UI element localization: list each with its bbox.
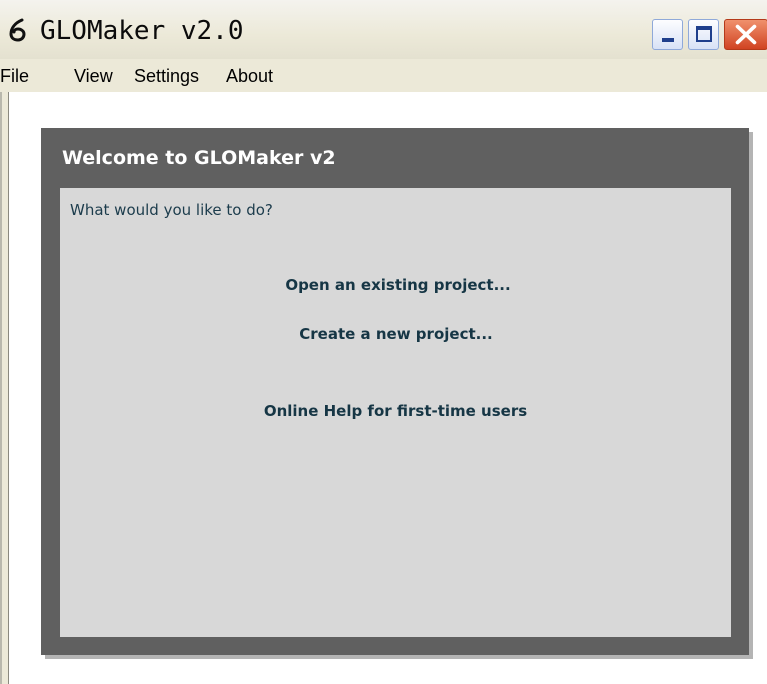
maximize-icon bbox=[696, 26, 712, 42]
welcome-title: Welcome to GLOMaker v2 bbox=[62, 147, 336, 169]
title-bar[interactable]: GLOMaker v2.0 bbox=[0, 0, 767, 60]
open-project-link[interactable]: Open an existing project... bbox=[60, 275, 736, 295]
minimize-icon bbox=[662, 38, 674, 42]
minimize-button[interactable] bbox=[652, 19, 683, 50]
menu-view[interactable]: View bbox=[74, 65, 113, 87]
menu-settings[interactable]: Settings bbox=[134, 65, 199, 87]
close-button[interactable] bbox=[724, 19, 767, 50]
maximize-button[interactable] bbox=[688, 19, 719, 50]
window-title: GLOMaker v2.0 bbox=[40, 16, 244, 46]
close-icon bbox=[735, 24, 757, 45]
create-project-link[interactable]: Create a new project... bbox=[60, 324, 732, 344]
app-window: GLOMaker v2.0 File View Settings About W… bbox=[0, 0, 767, 684]
menu-about[interactable]: About bbox=[226, 65, 273, 87]
menu-bar: File View Settings About bbox=[0, 59, 767, 92]
menu-file[interactable]: File bbox=[0, 65, 29, 87]
welcome-prompt: What would you like to do? bbox=[70, 201, 273, 219]
window-left-border bbox=[0, 92, 9, 684]
online-help-link[interactable]: Online Help for first-time users bbox=[60, 401, 731, 421]
glomaker-logo-icon bbox=[9, 18, 26, 42]
